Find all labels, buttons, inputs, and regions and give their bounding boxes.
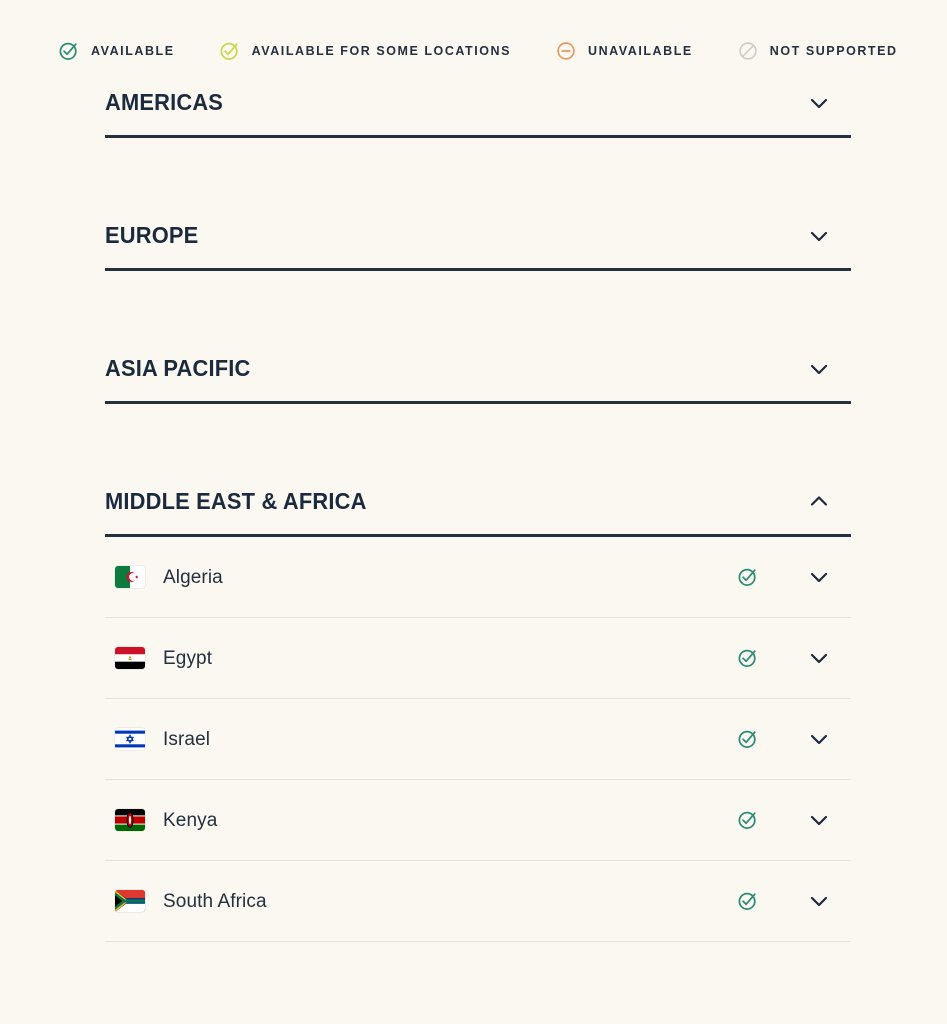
chevron-down-icon (810, 364, 828, 374)
check-circle-icon (59, 42, 77, 60)
legend-item-not-supported: NOT SUPPORTED (737, 40, 898, 62)
legend-item-available-for-some-locations: AVAILABLE FOR SOME LOCATIONS (219, 40, 511, 62)
country-name: Kenya (163, 809, 218, 831)
status-legend: AVAILABLE AVAILABLE FOR SOME LOCATIONS UNA… (0, 0, 947, 70)
country-name: Israel (163, 728, 211, 750)
chevron-down-icon (810, 653, 828, 664)
chevron-down-icon (810, 815, 828, 826)
legend-label: NOT SUPPORTED (769, 43, 898, 58)
check-circle-icon (738, 811, 756, 829)
region-header-middle-east-africa[interactable]: MIDDLE EAST & AFRICA (105, 469, 851, 537)
region-section-middle-east-africa: MIDDLE EAST & AFRICA Algeria Egypt Israel Ke… (105, 469, 851, 942)
chevron-down-icon (810, 231, 828, 241)
region-header-europe[interactable]: EUROPE (105, 203, 851, 271)
chevron-down-icon (810, 734, 828, 745)
region-section-europe: EUROPE (105, 203, 851, 271)
minus-circle-icon (557, 42, 575, 60)
region-accordion: AMERICAS EUROPE ASIA PACIFIC MIDDLE EAST & … (0, 70, 947, 942)
region-header-americas[interactable]: AMERICAS (105, 70, 851, 138)
chevron-down-icon (810, 98, 828, 108)
country-row[interactable]: Algeria (105, 537, 851, 618)
chevron-up-icon (810, 495, 828, 506)
check-circle-icon (738, 649, 756, 667)
flag-kenya (115, 809, 145, 831)
chevron-down-icon (810, 572, 828, 583)
chevron-down-icon (810, 896, 828, 907)
legend-label: AVAILABLE (91, 43, 175, 58)
country-row[interactable]: Egypt (105, 618, 851, 699)
flag-algeria (115, 566, 145, 588)
country-name: South Africa (163, 890, 267, 912)
region-title: MIDDLE EAST & AFRICA (105, 488, 367, 514)
region-header-asia-pacific[interactable]: ASIA PACIFIC (105, 336, 851, 404)
country-row[interactable]: Kenya (105, 780, 851, 861)
flag-egypt (115, 647, 145, 669)
region-section-asia-pacific: ASIA PACIFIC (105, 336, 851, 404)
region-title: EUROPE (105, 222, 199, 248)
check-circle-icon (738, 568, 756, 586)
country-name: Algeria (163, 566, 223, 588)
country-row[interactable]: South Africa (105, 861, 851, 942)
flag-south-africa (115, 890, 145, 912)
country-row[interactable]: Israel (105, 699, 851, 780)
flag-israel (115, 728, 145, 750)
legend-label: UNAVAILABLE (588, 43, 693, 58)
region-section-americas: AMERICAS (105, 70, 851, 138)
check-circle-icon (738, 892, 756, 910)
check-circle-icon (738, 730, 756, 748)
country-name: Egypt (163, 647, 213, 669)
check-circle-icon (220, 42, 238, 60)
region-title: AMERICAS (105, 89, 224, 115)
legend-label: AVAILABLE FOR SOME LOCATIONS (251, 43, 511, 58)
legend-item-available: AVAILABLE (58, 40, 175, 62)
no-entry-icon (739, 42, 757, 60)
region-title: ASIA PACIFIC (105, 355, 251, 381)
country-list: Algeria Egypt Israel Kenya South Africa (105, 537, 851, 942)
legend-item-unavailable: UNAVAILABLE (555, 40, 693, 62)
